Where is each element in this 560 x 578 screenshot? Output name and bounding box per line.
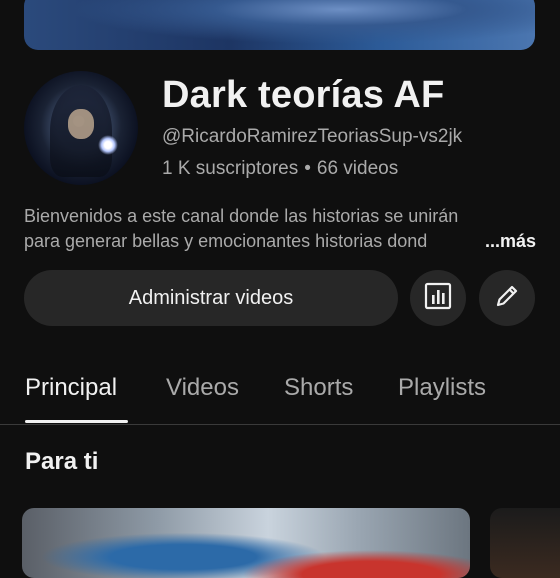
channel-tabs: Principal Videos Shorts Playlists — [0, 362, 560, 424]
subscriber-count: 1 K suscriptores — [162, 158, 299, 179]
edit-channel-button[interactable] — [479, 270, 535, 326]
channel-stats: 1 K suscriptores • 66 videos — [162, 158, 398, 180]
manage-videos-button[interactable]: Administrar videos — [24, 270, 398, 326]
description-line-1: Bienvenidos a este canal donde las histo… — [24, 206, 459, 226]
tab-playlists[interactable]: Playlists — [398, 374, 486, 402]
stats-separator: • — [304, 158, 311, 179]
channel-banner[interactable] — [24, 0, 535, 50]
more-link[interactable]: ...más — [444, 229, 536, 254]
tabs-divider — [0, 424, 560, 425]
avatar-glow-shape — [98, 135, 118, 155]
video-count: 66 videos — [316, 158, 399, 179]
channel-avatar[interactable] — [24, 71, 138, 185]
video-thumbnail[interactable] — [490, 508, 560, 578]
active-tab-indicator — [25, 420, 128, 423]
tab-shorts[interactable]: Shorts — [284, 374, 353, 402]
channel-name: Dark teorías AF — [162, 74, 445, 116]
pencil-icon — [492, 281, 522, 316]
tab-principal[interactable]: Principal — [25, 374, 117, 402]
description-line-2: para generar bellas y emocionantes histo… — [24, 231, 428, 251]
video-thumbnail[interactable] — [22, 508, 470, 578]
analytics-icon — [423, 281, 453, 316]
tab-videos[interactable]: Videos — [166, 374, 239, 402]
channel-description[interactable]: Bienvenidos a este canal donde las histo… — [24, 204, 536, 254]
avatar-face-shape — [68, 109, 94, 139]
channel-handle: @RicardoRamirezTeoriasSup-vs2jk — [162, 126, 463, 147]
section-title: Para ti — [25, 448, 99, 475]
analytics-button[interactable] — [410, 270, 466, 326]
